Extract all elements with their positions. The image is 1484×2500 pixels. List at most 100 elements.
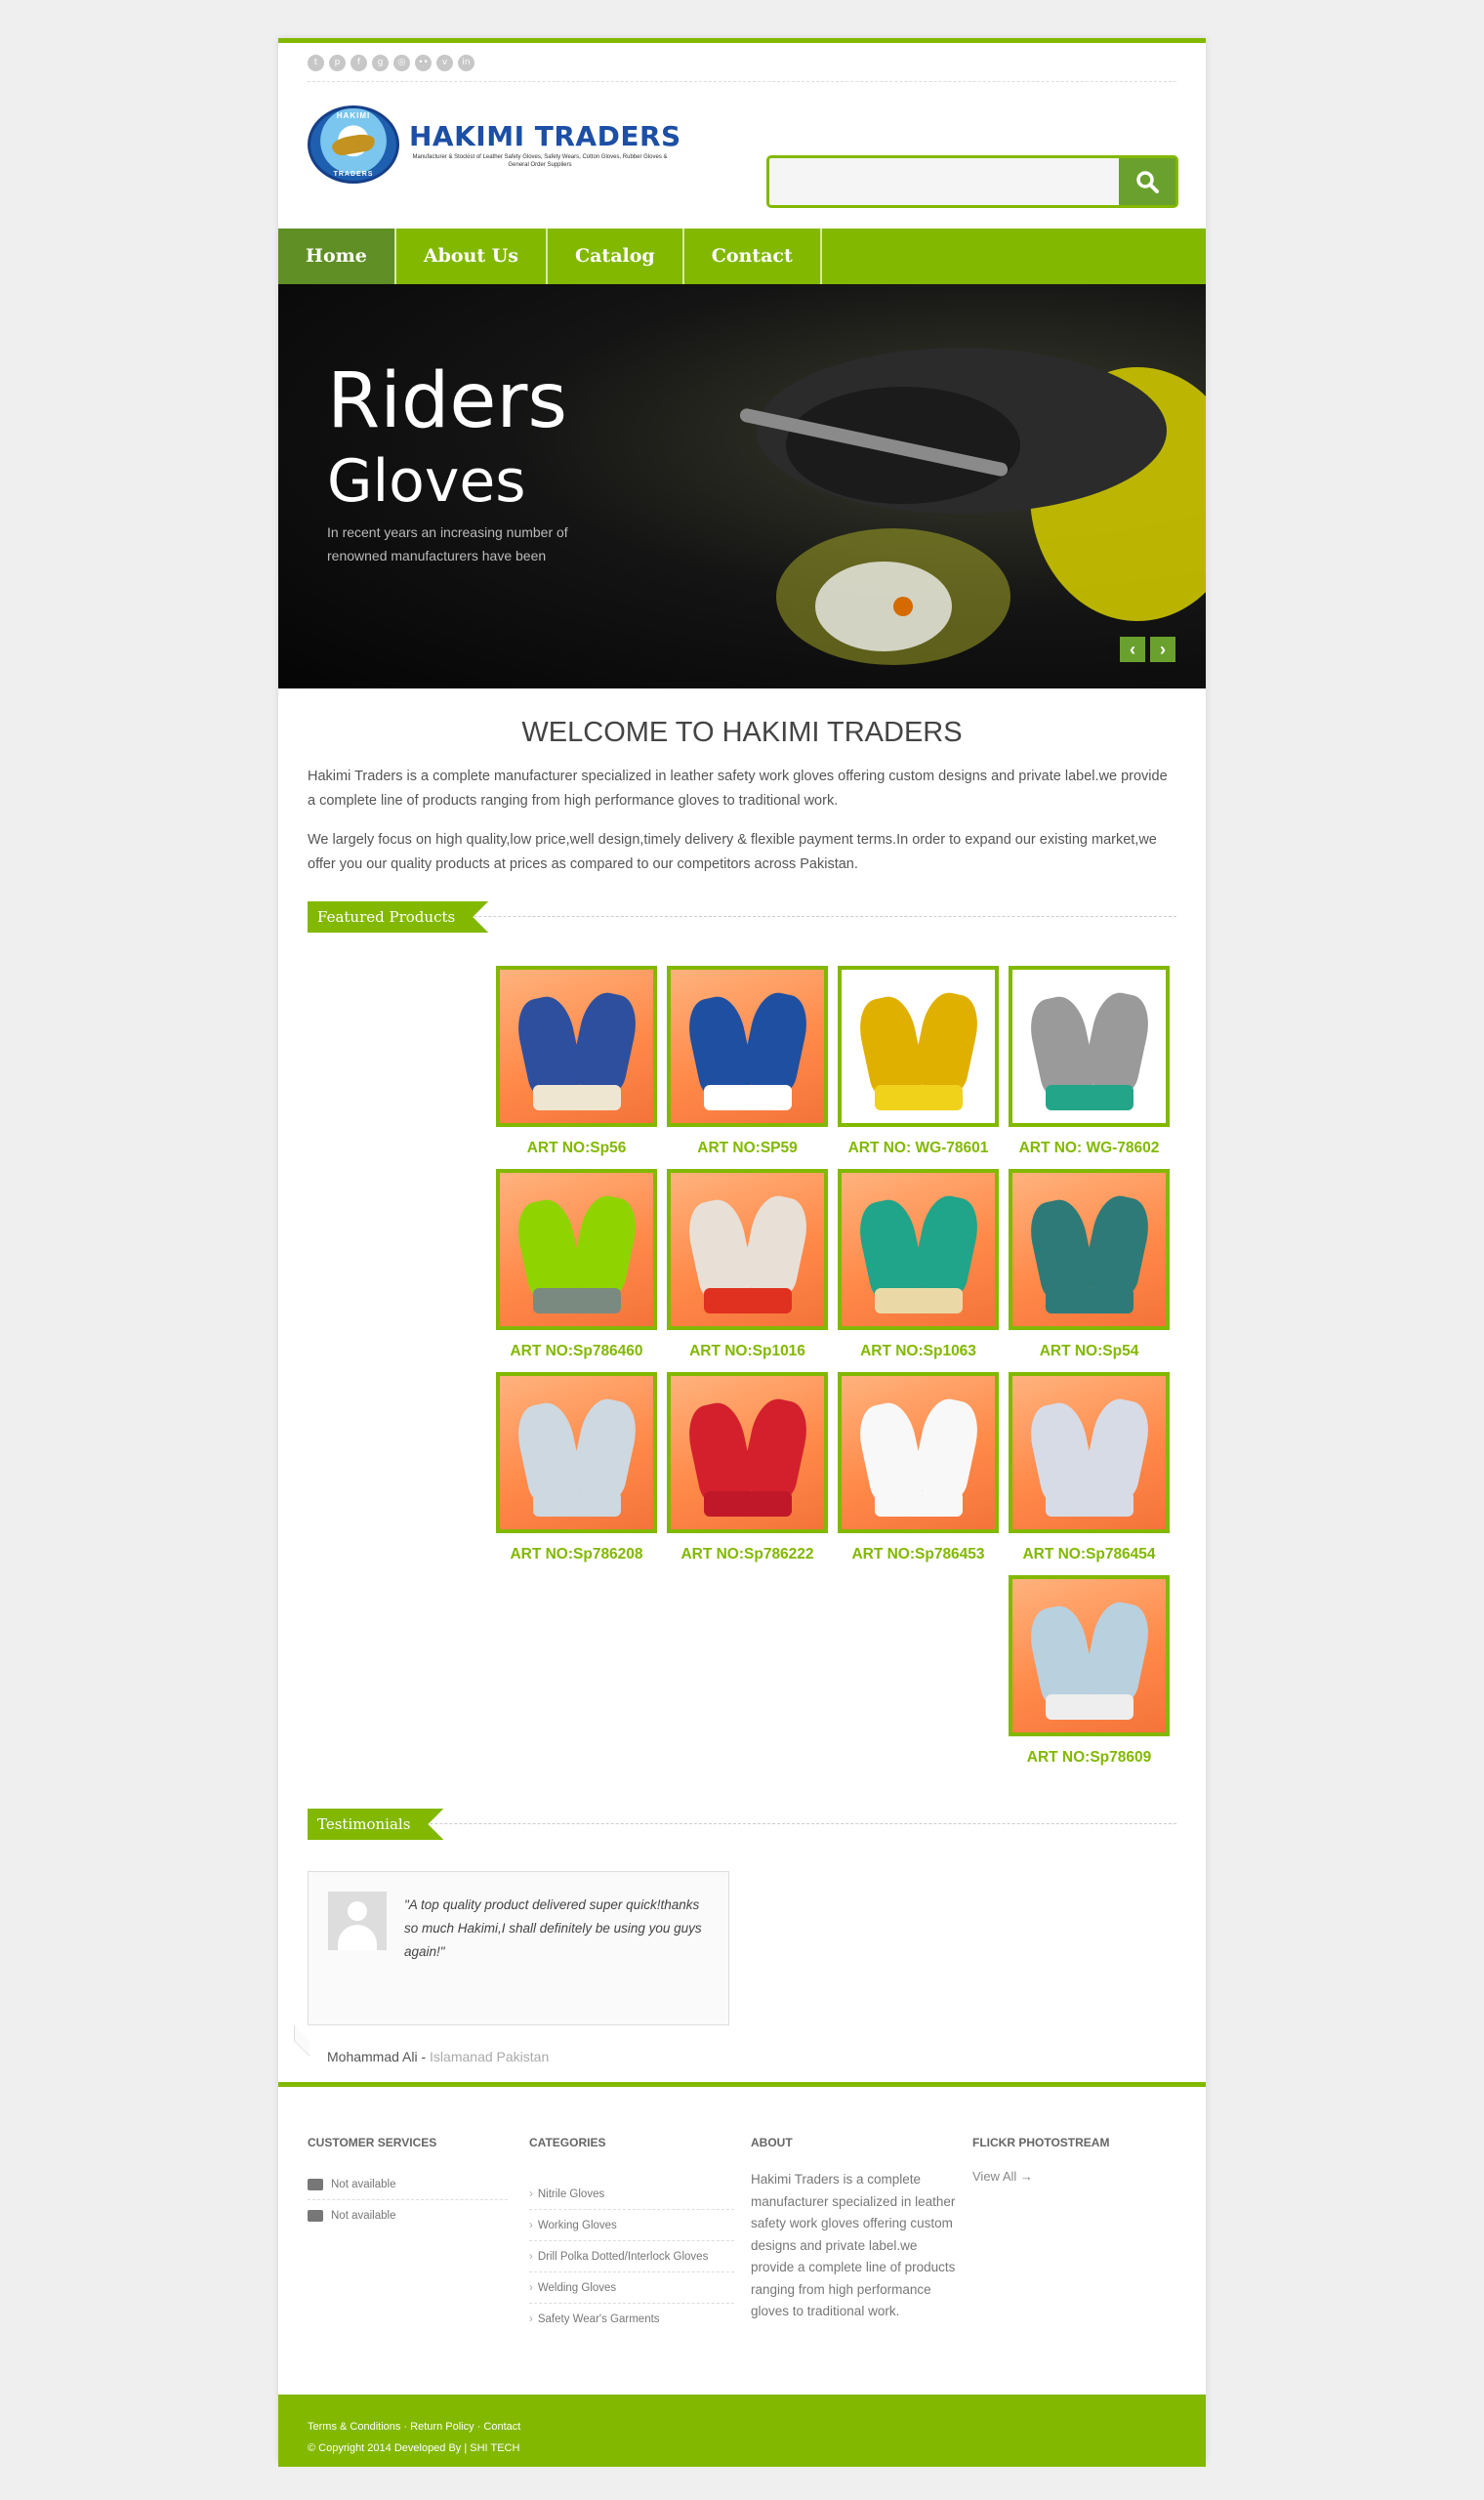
- product-label[interactable]: ART NO:SP59: [667, 1140, 828, 1157]
- product-card[interactable]: ART NO:Sp786460: [496, 1169, 657, 1360]
- flickr-icon[interactable]: ••: [415, 55, 432, 71]
- product-image[interactable]: [838, 966, 999, 1127]
- glove-cuff: [704, 1288, 792, 1313]
- logo-badge-bottom: TRADERS: [333, 171, 374, 178]
- envelope-icon: [308, 2210, 323, 2222]
- product-card[interactable]: ART NO: WG-78602: [1009, 966, 1170, 1157]
- footer-customer-services: CUSTOMER SERVICES Not available Not avai…: [308, 2136, 508, 2231]
- linkedin-icon[interactable]: in: [458, 55, 474, 71]
- featured-products-ribbon: Featured Products: [308, 901, 488, 933]
- product-card[interactable]: ART NO:Sp54: [1009, 1169, 1170, 1360]
- product-label[interactable]: ART NO:Sp786453: [838, 1546, 999, 1563]
- product-label[interactable]: ART NO:Sp786222: [667, 1546, 828, 1563]
- product-card[interactable]: ART NO:Sp786454: [1009, 1372, 1170, 1563]
- facebook-icon[interactable]: f: [350, 55, 367, 71]
- chevron-right-icon: ›: [529, 2188, 533, 2200]
- chevron-left-icon: ‹: [1130, 640, 1135, 659]
- product-image[interactable]: [667, 966, 828, 1127]
- product-card[interactable]: ART NO:SP59: [667, 966, 828, 1157]
- footer-category-link[interactable]: › Drill Polka Dotted/Interlock Gloves: [529, 2241, 734, 2272]
- chevron-right-icon: ›: [1160, 640, 1166, 659]
- footer-category-link[interactable]: › Welding Gloves: [529, 2272, 734, 2304]
- glove-shape: [910, 1191, 984, 1297]
- footer-category-link[interactable]: › Nitrile Gloves: [529, 2179, 734, 2210]
- glove-shape: [739, 988, 813, 1094]
- product-label[interactable]: ART NO:Sp54: [1009, 1343, 1170, 1360]
- contact-link[interactable]: Contact: [483, 2421, 520, 2433]
- product-label[interactable]: ART NO:Sp1016: [667, 1343, 828, 1360]
- product-image[interactable]: [496, 1372, 657, 1533]
- product-image[interactable]: [1009, 966, 1170, 1127]
- nav-catalog[interactable]: Catalog: [548, 229, 684, 284]
- product-label[interactable]: ART NO: WG-78602: [1009, 1140, 1170, 1157]
- product-card[interactable]: ART NO:Sp1063: [838, 1169, 999, 1360]
- slider-prev-button[interactable]: ‹: [1120, 637, 1145, 662]
- nav-about-us[interactable]: About Us: [396, 229, 548, 284]
- product-card[interactable]: ART NO:Sp1016: [667, 1169, 828, 1360]
- search-button[interactable]: [1119, 158, 1175, 205]
- product-image[interactable]: [1009, 1372, 1170, 1533]
- product-label[interactable]: ART NO: WG-78601: [838, 1140, 999, 1157]
- nav-contact[interactable]: Contact: [684, 229, 822, 284]
- twitter-icon[interactable]: t: [308, 55, 324, 71]
- product-card[interactable]: ART NO:Sp786453: [838, 1372, 999, 1563]
- glove-shape: [910, 988, 984, 1094]
- testimonial-card: "A top quality product delivered super q…: [308, 1871, 729, 2025]
- footer-category-link[interactable]: › Working Gloves: [529, 2210, 734, 2241]
- footer-about-text: Hakimi Traders is a complete manufacture…: [751, 2172, 956, 2318]
- chevron-right-icon: ›: [529, 2220, 533, 2231]
- product-image[interactable]: [1009, 1169, 1170, 1330]
- product-label[interactable]: ART NO:Sp56: [496, 1140, 657, 1157]
- slider-next-button[interactable]: ›: [1150, 637, 1175, 662]
- glove-cuff: [875, 1491, 963, 1517]
- chevron-right-icon: ›: [529, 2313, 533, 2325]
- bottom-links: Terms & Conditions · Return Policy · Con…: [308, 2421, 521, 2433]
- product-image[interactable]: [496, 1169, 657, 1330]
- product-image[interactable]: [667, 1169, 828, 1330]
- glove-cuff: [533, 1491, 621, 1517]
- instagram-icon[interactable]: ◎: [393, 55, 410, 71]
- site-logo[interactable]: HAKIMI TRADERS HAKIMI TRADERS Manufactur…: [308, 105, 681, 184]
- product-image[interactable]: [667, 1372, 828, 1533]
- logo-tagline: Manufacturer & Stockist of Leather Safet…: [412, 154, 668, 168]
- search-icon: [1136, 171, 1159, 193]
- product-card[interactable]: ART NO: WG-78601: [838, 966, 999, 1157]
- flickr-view-all-link[interactable]: View All →: [972, 2169, 1109, 2184]
- product-label[interactable]: ART NO:Sp78609: [1009, 1749, 1170, 1767]
- glove-shape: [568, 988, 642, 1094]
- glove-cuff: [875, 1288, 963, 1313]
- terms-link[interactable]: Terms & Conditions: [308, 2421, 400, 2433]
- product-card[interactable]: ART NO:Sp78609: [1009, 1575, 1170, 1767]
- social-bar: t p f g ◎ •• v in: [308, 55, 1176, 82]
- glove-shape: [1081, 988, 1155, 1094]
- product-image[interactable]: [838, 1372, 999, 1533]
- featured-products-heading: Featured Products: [308, 901, 1176, 933]
- product-card[interactable]: ART NO:Sp56: [496, 966, 657, 1157]
- search-input[interactable]: [769, 158, 1121, 205]
- avatar: [328, 1892, 387, 1950]
- product-card[interactable]: ART NO:Sp786208: [496, 1372, 657, 1563]
- welcome-title: WELCOME TO HAKIMI TRADERS: [521, 717, 963, 748]
- product-label[interactable]: ART NO:Sp1063: [838, 1343, 999, 1360]
- testimonials-ribbon: Testimonials: [308, 1809, 443, 1840]
- page-container: t p f g ◎ •• v in HAKIMI TRADERS HAKIMI …: [278, 38, 1206, 2467]
- bottom-bar: Terms & Conditions · Return Policy · Con…: [278, 2395, 1206, 2467]
- return-policy-link[interactable]: Return Policy: [410, 2421, 474, 2433]
- glove-cuff: [1046, 1085, 1134, 1110]
- product-card[interactable]: ART NO:Sp786222: [667, 1372, 828, 1563]
- footer-phone: Not available: [308, 2169, 508, 2200]
- footer-category-link[interactable]: › Safety Wear's Garments: [529, 2304, 734, 2335]
- product-label[interactable]: ART NO:Sp786208: [496, 1546, 657, 1563]
- author-location: Islamanad Pakistan: [430, 2049, 550, 2064]
- product-image[interactable]: [1009, 1575, 1170, 1736]
- glove-cuff: [875, 1085, 963, 1110]
- product-image[interactable]: [496, 966, 657, 1127]
- google-plus-icon[interactable]: g: [372, 55, 389, 71]
- pinterest-icon[interactable]: p: [329, 55, 346, 71]
- vimeo-icon[interactable]: v: [436, 55, 453, 71]
- footer-heading-flickr: FLICKR PHOTOSTREAM: [972, 2136, 1110, 2149]
- product-label[interactable]: ART NO:Sp786460: [496, 1343, 657, 1360]
- product-image[interactable]: [838, 1169, 999, 1330]
- nav-home[interactable]: Home: [278, 229, 396, 284]
- product-label[interactable]: ART NO:Sp786454: [1009, 1546, 1170, 1563]
